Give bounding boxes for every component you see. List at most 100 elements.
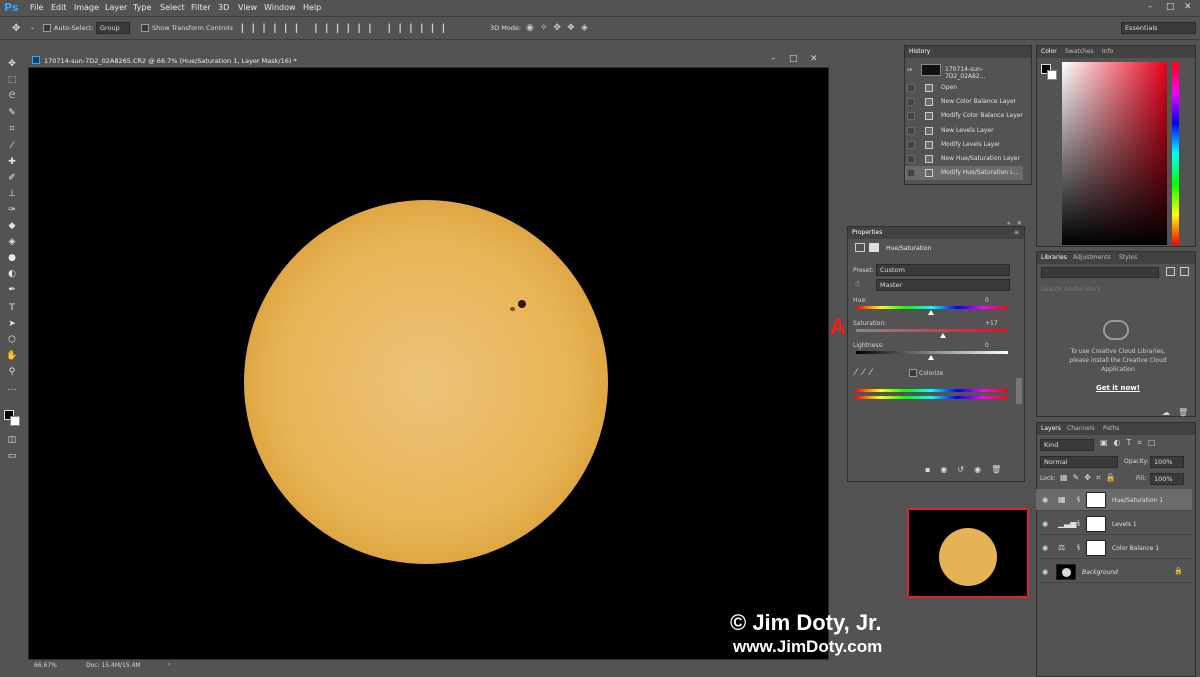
color-picker-field[interactable] [1062,62,1167,245]
quick-mask-icon[interactable]: ◫ [6,434,18,446]
tab-styles[interactable]: Styles [1119,254,1137,261]
menu-window[interactable]: Window [264,3,296,12]
show-transform-checkbox[interactable] [141,24,149,32]
menu-view[interactable]: View [238,3,257,12]
tab-channels[interactable]: Channels [1067,425,1095,432]
type-icon[interactable]: T [6,302,18,314]
on-image-adjust-icon[interactable]: ☝ [855,279,860,288]
more-tools-icon[interactable]: … [6,382,18,394]
list-view-icon[interactable] [1180,267,1189,276]
layer-mask-thumbnail[interactable] [1086,492,1106,508]
quick-select-icon[interactable]: ✎ [6,107,18,119]
menu-file[interactable]: File [30,3,43,12]
lock-icons[interactable]: ▦✎✥⌗🔒 [1060,473,1120,483]
colorize-checkbox[interactable] [909,369,917,377]
eyedropper-tools[interactable]: ⁄⁄⁄ [855,368,878,378]
crop-icon[interactable]: ⌗ [6,123,18,135]
minimize-icon[interactable]: – [1148,2,1153,12]
lightness-slider-track[interactable] [856,351,1008,354]
move-tool-icon[interactable]: ✥ [12,23,20,34]
tab-color[interactable]: Color [1041,48,1057,55]
layer-row-selected[interactable]: ◉ ▦ § Hue/Saturation 1 [1036,489,1192,511]
menu-select[interactable]: Select [160,3,185,12]
layer-row[interactable]: ◉ Background 🔒 [1036,561,1192,583]
hue-value[interactable]: 0 [985,297,989,304]
menu-edit[interactable]: Edit [51,3,67,12]
lock-icon[interactable]: 🔒 [1174,567,1183,575]
saturation-slider-thumb[interactable] [940,333,946,338]
eraser-icon[interactable]: ◆ [6,220,18,232]
history-item[interactable]: Modify Color Balance Layer [905,109,1023,123]
history-brush-source-icon[interactable]: ✑ [907,66,913,74]
move-icon[interactable]: ✥ [6,58,18,70]
menu-image[interactable]: Image [74,3,99,12]
trash-icon[interactable]: 🗑 [1178,408,1188,417]
chain-link-icon[interactable]: § [1077,520,1080,527]
eyedropper-icon[interactable]: ⁄ [6,140,18,152]
history-item-active[interactable]: Modify Hue/Saturation L... [905,166,1023,180]
doc-close-icon[interactable]: ✕ [810,54,818,64]
layer-mask-thumbnail[interactable] [1086,540,1106,556]
filter-kind-select[interactable]: Kind [1040,439,1094,451]
grid-view-icon[interactable] [1166,267,1175,276]
blend-mode-select[interactable]: Normal [1040,456,1118,468]
eye-icon[interactable]: ◉ [1042,496,1048,504]
zoom-icon[interactable]: ⚲ [6,366,18,378]
saturation-slider-track[interactable] [856,329,1008,332]
group-select[interactable]: Group [96,22,130,34]
lightness-slider-thumb[interactable] [928,355,934,360]
marquee-icon[interactable]: ⬚ [6,74,18,86]
library-select[interactable] [1041,267,1159,278]
stamp-icon[interactable]: ⊥ [6,188,18,200]
history-brush-icon[interactable]: ✑ [6,204,18,216]
screen-mode-icon[interactable]: ▭ [6,450,18,462]
history-snapshot[interactable]: ✑ 170714-sun-7D2_02A82... [905,62,1023,80]
chevron-right-icon[interactable]: › [168,661,170,668]
preset-select[interactable]: Custom [876,264,1010,276]
mask-icon[interactable] [869,243,879,252]
history-item[interactable]: Open [905,81,1023,95]
scrollbar-thumb[interactable] [1016,378,1022,404]
dodge-icon[interactable]: ◐ [6,268,18,280]
doc-minimize-icon[interactable]: – [771,54,776,64]
menu-3d[interactable]: 3D [218,3,229,12]
background-color-swatch[interactable] [10,416,20,426]
layer-mask-thumbnail[interactable] [1086,516,1106,532]
get-it-now-link[interactable]: Get it now! [1096,384,1140,392]
brush-icon[interactable]: ✐ [6,172,18,184]
tab-layers[interactable]: Layers [1041,425,1061,432]
lasso-icon[interactable]: ᘓ [6,90,18,102]
fill-input[interactable]: 100% [1150,473,1184,485]
hue-slider-track[interactable] [856,306,1008,309]
path-select-icon[interactable]: ➤ [6,318,18,330]
auto-select-checkbox[interactable] [43,24,51,32]
hue-slider[interactable] [1172,62,1179,245]
saturation-value[interactable]: +17 [985,320,998,327]
collapse-icon[interactable]: « [1007,220,1011,227]
blur-icon[interactable]: ● [6,252,18,264]
properties-footer-icons[interactable]: ▪◉↺◉🗑 [925,465,1011,474]
menu-help[interactable]: Help [303,3,321,12]
layer-row[interactable]: ◉ ⚖ § Color Balance 1 [1036,537,1192,559]
hue-slider-thumb[interactable] [928,310,934,315]
tab-paths[interactable]: Paths [1103,425,1119,432]
history-tab[interactable]: History [905,46,1031,58]
maximize-icon[interactable]: □ [1166,2,1175,12]
history-item[interactable]: New Levels Layer [905,124,1023,138]
close-icon[interactable]: ✕ [1184,2,1192,12]
layer-row[interactable]: ◉ ▁▃▅ § Levels 1 [1036,513,1192,535]
chevron-down-icon[interactable]: ⌄ [30,24,35,31]
hand-icon[interactable]: ✋ [6,350,18,362]
panel-menu-icon[interactable]: ≡ [1014,229,1019,236]
history-item[interactable]: New Hue/Saturation Layer [905,152,1023,166]
navigator-preview[interactable] [907,508,1029,598]
tab-adjustments[interactable]: Adjustments [1073,254,1111,261]
healing-icon[interactable]: ✚ [6,156,18,168]
tab-swatches[interactable]: Swatches [1065,48,1094,55]
chain-link-icon[interactable]: § [1077,544,1080,551]
eye-icon[interactable]: ◉ [1042,568,1048,576]
lightness-value[interactable]: 0 [985,342,989,349]
properties-tab[interactable]: Properties [848,227,1024,239]
eye-icon[interactable]: ◉ [1042,520,1048,528]
menu-type[interactable]: Type [133,3,151,12]
